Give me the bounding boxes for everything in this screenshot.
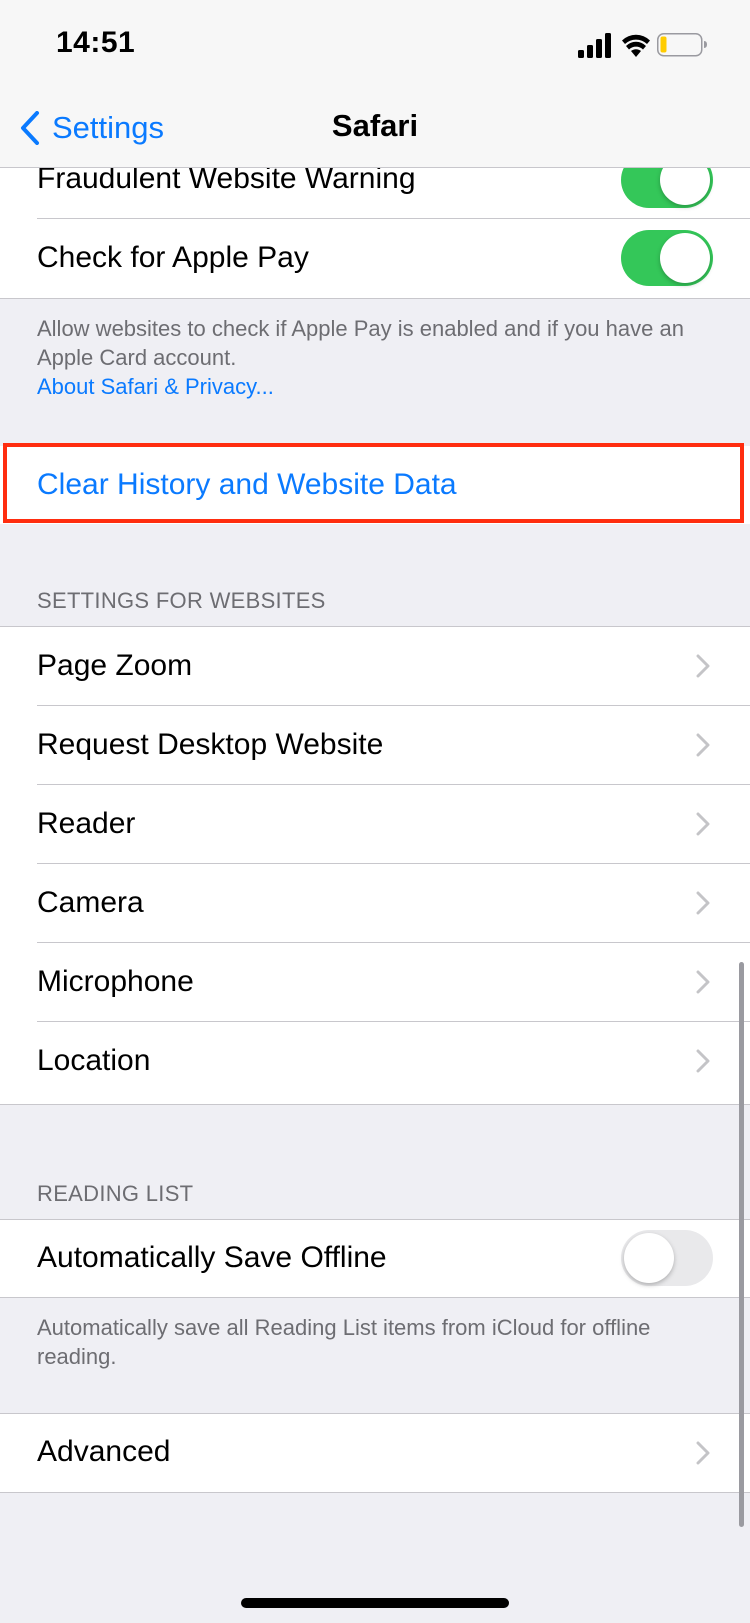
save-offline-toggle[interactable] <box>621 1230 713 1286</box>
apple-pay-toggle[interactable] <box>621 230 713 286</box>
row-label: Advanced <box>37 1435 171 1468</box>
highlight-box <box>3 443 744 523</box>
toggle-knob <box>624 1233 674 1283</box>
scroll-indicator[interactable] <box>739 962 744 1527</box>
row-label: Page Zoom <box>37 649 193 682</box>
section-header-settings-for-websites: SETTINGS FOR WEBSITES <box>37 588 326 613</box>
row-label: Check for Apple Pay <box>37 241 309 274</box>
camera-row[interactable]: Camera <box>0 864 750 943</box>
chevron-right-icon <box>696 812 710 836</box>
reading-list-group: Automatically Save Offline <box>0 1220 750 1297</box>
about-safari-privacy-link[interactable]: About Safari & Privacy... <box>37 374 274 399</box>
cellular-signal-icon <box>578 33 611 58</box>
page-zoom-row[interactable]: Page Zoom <box>0 627 750 706</box>
advanced-group: Advanced <box>0 1414 750 1492</box>
privacy-footer-text: Allow websites to check if Apple Pay is … <box>37 316 684 370</box>
divider <box>0 1297 750 1298</box>
divider <box>0 1104 750 1105</box>
chevron-right-icon <box>696 654 710 678</box>
advanced-row[interactable]: Advanced <box>0 1414 750 1492</box>
location-row[interactable]: Location <box>0 1022 750 1101</box>
status-icons <box>578 33 707 58</box>
row-label: Location <box>37 1044 151 1077</box>
home-indicator[interactable] <box>241 1598 509 1608</box>
row-label: Reader <box>37 807 136 840</box>
reading-list-footer: Automatically save all Reading List item… <box>37 1315 651 1369</box>
settings-for-websites-group: Page Zoom Request Desktop Website Reader… <box>0 627 750 1104</box>
row-label: Microphone <box>37 965 194 998</box>
status-bar: 14:51 <box>0 0 750 90</box>
reader-row[interactable]: Reader <box>0 785 750 864</box>
chevron-right-icon <box>696 970 710 994</box>
chevron-right-icon <box>696 1441 710 1465</box>
chevron-right-icon <box>696 1049 710 1073</box>
navigation-bar: Settings Safari <box>0 90 750 168</box>
page-title: Safari <box>331 108 419 143</box>
status-time: 14:51 <box>56 26 136 59</box>
toggle-knob <box>660 233 710 283</box>
divider <box>0 298 750 299</box>
wifi-icon <box>622 34 650 57</box>
row-label: Request Desktop Website <box>37 728 384 761</box>
automatically-save-offline-row: Automatically Save Offline <box>0 1220 750 1297</box>
row-label: Automatically Save Offline <box>37 1241 387 1274</box>
chevron-right-icon <box>696 733 710 757</box>
check-for-apple-pay-row: Check for Apple Pay <box>0 219 750 298</box>
privacy-footer: Allow websites to check if Apple Pay is … <box>37 314 697 401</box>
battery-icon <box>657 33 707 57</box>
request-desktop-website-row[interactable]: Request Desktop Website <box>0 706 750 785</box>
divider <box>0 1492 750 1493</box>
chevron-right-icon <box>696 891 710 915</box>
section-header-reading-list: READING LIST <box>37 1181 194 1206</box>
row-label: Camera <box>37 886 144 919</box>
microphone-row[interactable]: Microphone <box>0 943 750 1022</box>
